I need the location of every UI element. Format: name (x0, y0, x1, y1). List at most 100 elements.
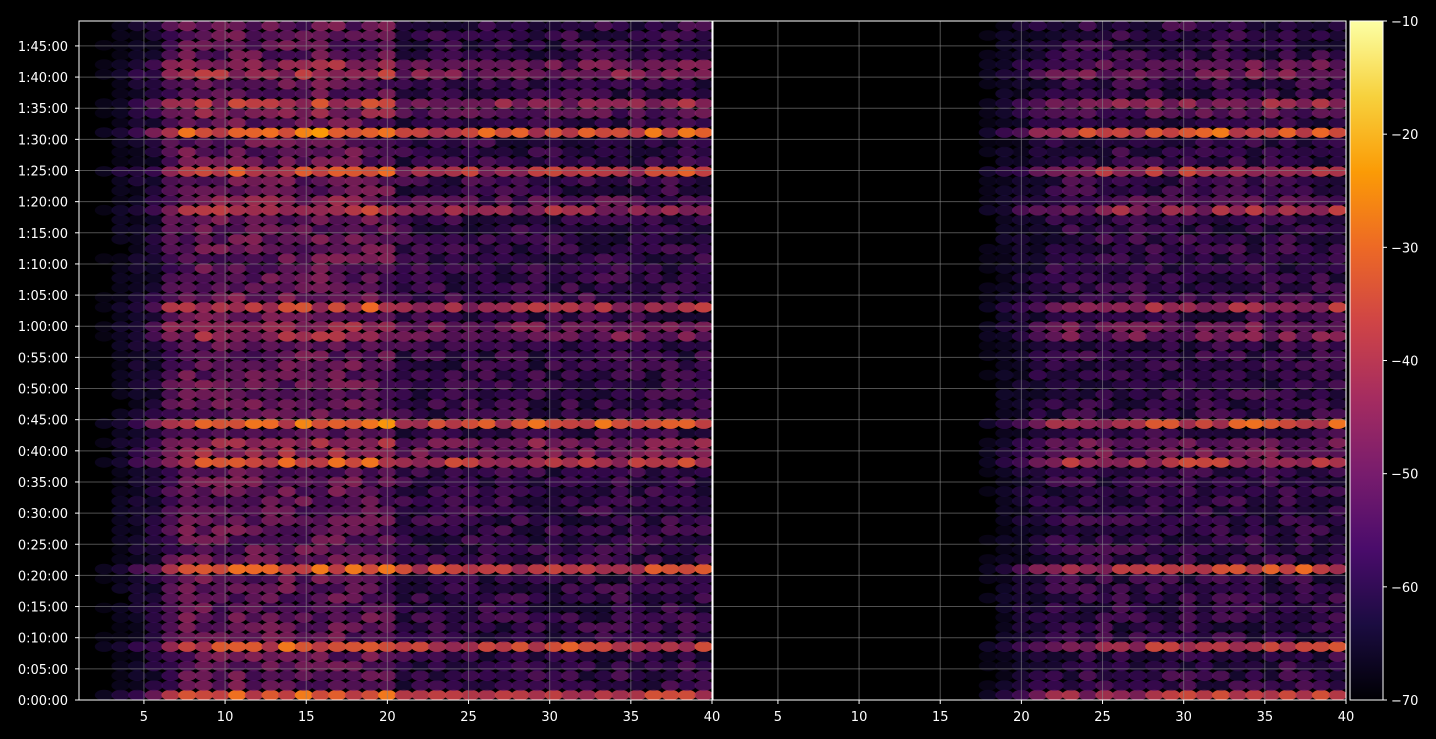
spectrogram-cell (161, 680, 180, 691)
spectrogram-cell (328, 408, 347, 420)
spectrogram-cell (1145, 670, 1164, 682)
spectrogram-cell (311, 166, 330, 177)
spectrogram-cell (594, 689, 613, 700)
spectrogram-cell (261, 117, 280, 129)
spectrogram-cell (594, 263, 613, 274)
spectrogram-cell (995, 660, 1014, 672)
spectrogram-cell (244, 505, 264, 517)
spectrogram-cell (1295, 263, 1314, 274)
spectrogram-cell (544, 631, 563, 643)
spectrogram-cell (677, 457, 697, 468)
spectrogram-cell (411, 670, 430, 682)
spectrogram-cell (361, 554, 380, 565)
spectrogram-cell (311, 447, 330, 458)
spectrogram-cell (577, 263, 597, 274)
spectrogram-cell (211, 544, 230, 555)
spectrogram-cell (494, 641, 513, 652)
spectrogram-cell (1311, 185, 1331, 197)
spectrogram-cell (328, 369, 347, 381)
spectrogram-cell (1278, 253, 1297, 264)
spectrogram-cell (1278, 457, 1297, 468)
spectrogram-cell (1111, 292, 1131, 303)
spectrogram-cell (394, 680, 413, 691)
spectrogram-cell (344, 689, 364, 700)
spectrogram-cell (1028, 204, 1048, 216)
spectrogram-cell (494, 466, 513, 478)
spectrogram-cell (527, 117, 547, 129)
spectrogram-cell (1328, 350, 1346, 361)
spectrogram-cell (1045, 534, 1064, 546)
spectrogram-cell (1245, 40, 1264, 51)
spectrogram-cell (1095, 195, 1114, 206)
spectrogram-cell (427, 428, 447, 439)
spectrogram-cell (261, 534, 280, 546)
spectrogram-cell (211, 195, 230, 206)
x-tick-label: 30 (541, 710, 558, 725)
spectrogram-cell (1328, 204, 1346, 216)
spectrogram-cell (1095, 447, 1114, 458)
spectrogram-cell (1061, 505, 1081, 517)
spectrogram-cell (561, 156, 580, 167)
spectrogram-cell (1195, 495, 1214, 507)
spectrogram-cell (294, 505, 314, 517)
spectrogram-cell (344, 680, 364, 691)
spectrogram-cell (328, 534, 347, 546)
spectrogram-cell (1295, 612, 1314, 623)
spectrogram-cell (1228, 301, 1247, 313)
spectrogram-cell (978, 204, 998, 216)
spectrogram-cell (527, 166, 547, 177)
spectrogram-cell (978, 563, 998, 575)
spectrogram-cell (244, 49, 264, 61)
spectrogram-cell (244, 554, 264, 565)
spectrogram-cell (361, 282, 380, 294)
spectrogram-cell (561, 398, 580, 410)
spectrogram-cell (527, 369, 547, 381)
spectrogram-cell (561, 525, 580, 536)
spectrogram-cell (1245, 360, 1264, 371)
spectrogram-cell (1311, 292, 1331, 303)
spectrogram-cell (677, 272, 697, 284)
spectrogram-cell (1145, 40, 1164, 51)
y-tick-label: 0:45:00 (18, 414, 68, 429)
spectrogram-cell (294, 214, 314, 226)
spectrogram-cell (461, 457, 480, 468)
spectrogram-cell (1311, 331, 1331, 342)
spectrogram-cell (394, 146, 413, 158)
spectrogram-cell (677, 253, 697, 264)
spectrogram-cell (1128, 243, 1148, 255)
spectrogram-cell (577, 554, 597, 565)
spectrogram-cell (278, 583, 297, 594)
spectrogram-cell (361, 272, 380, 284)
spectrogram-cell (561, 360, 580, 371)
spectrogram-cell (611, 602, 630, 614)
spectrogram-cell (1095, 544, 1114, 555)
spectrogram-cell (1211, 282, 1231, 294)
spectrogram-cell (544, 622, 563, 633)
spectrogram-cell (427, 563, 447, 575)
spectrogram-cell (694, 389, 712, 400)
spectrogram-cell (611, 592, 630, 604)
spectrogram-cell (1328, 505, 1346, 517)
spectrogram-cell (978, 137, 998, 148)
spectrogram-cell (244, 612, 264, 623)
spectrogram-cell (1195, 457, 1214, 468)
spectrogram-cell (1045, 127, 1064, 138)
spectrogram-cell (1245, 680, 1264, 691)
spectrogram-cell (694, 263, 712, 274)
spectrogram-cell (1045, 631, 1064, 643)
spectrogram-cell (694, 195, 712, 206)
spectrogram-cell (1311, 156, 1331, 167)
spectrogram-cell (1095, 495, 1114, 507)
spectrogram-cell (1028, 311, 1048, 323)
spectrogram-cell (1045, 204, 1064, 216)
spectrogram-cell (1045, 234, 1064, 245)
spectrogram-cell (577, 389, 597, 400)
spectrogram-cell (244, 253, 264, 264)
spectrogram-cell (461, 243, 480, 255)
spectrogram-cell (594, 146, 613, 158)
spectrogram-cell (677, 602, 697, 614)
spectrogram-cell (1178, 689, 1197, 700)
spectrogram-cell (1245, 185, 1264, 197)
spectrogram-cell (1095, 398, 1114, 410)
spectrogram-cell (461, 466, 480, 478)
